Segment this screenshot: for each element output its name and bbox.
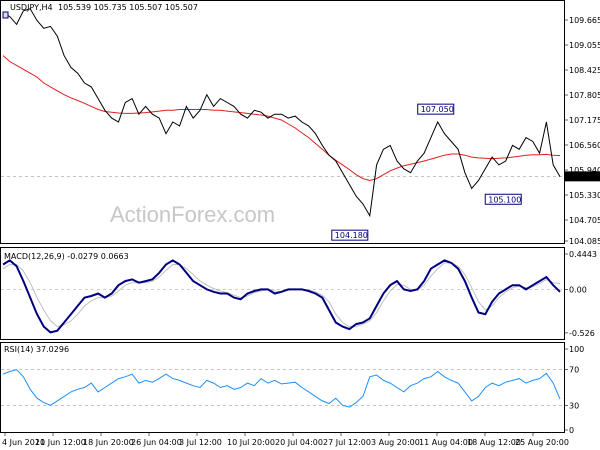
x-tick-label: 11 Aug 04:00 — [419, 438, 473, 447]
ohlc-header: 105.539 105.735 105.507 105.507 — [58, 3, 198, 12]
y-tick-label: 104.085 — [569, 237, 600, 246]
watermark: ActionForex.com — [110, 202, 275, 227]
y-tick-label: 107.805 — [569, 91, 600, 100]
y-tick-label: 0.4443 — [569, 250, 597, 259]
x-tick-label: 3 Aug 20:00 — [371, 438, 420, 447]
y-tick-label: 109.055 — [569, 41, 600, 50]
x-tick-label: 25 Aug 20:00 — [515, 438, 569, 447]
macd-label: MACD(12,26,9) -0.0279 0.0663 — [4, 252, 129, 261]
price-annotation-label: 105.100 — [488, 195, 521, 204]
price-panel: 107.050 105.100 104.180 ActionForex.com US… — [0, 0, 565, 244]
y-tick-label: 70 — [569, 366, 579, 375]
price-annotation-label: 107.050 — [421, 105, 454, 114]
x-tick-label: 26 Jun 04:00 — [131, 438, 182, 447]
y-tick-label: 109.665 — [569, 16, 600, 25]
chart-area: 107.050 105.100 104.180 ActionForex.com US… — [0, 0, 600, 447]
y-tick-label: 107.175 — [569, 116, 600, 125]
x-tick-label: 18 Jun 20:00 — [83, 438, 134, 447]
x-tick-label: 20 Jul 04:00 — [275, 438, 323, 447]
x-tick-label: 18 Aug 12:00 — [467, 438, 521, 447]
y-tick-label: -0.526 — [569, 329, 595, 338]
symbol-header: USDJPY,H4 — [10, 3, 53, 12]
y-tick-label: 106.560 — [569, 141, 600, 150]
y-tick-label: 108.425 — [569, 66, 600, 75]
macd-panel: MACD(12,26,9) -0.0279 0.0663 — [0, 247, 565, 340]
y-tick-label: 0.00 — [569, 285, 587, 294]
last-price-label: 105.507 — [567, 172, 600, 181]
y-tick-label: 0 — [569, 426, 574, 435]
x-tick-label: 11 Jun 12:00 — [35, 438, 86, 447]
price-annotation-label: 104.180 — [335, 231, 368, 240]
y-tick-label: 30 — [569, 401, 579, 410]
x-tick-label: 3 Jul 12:00 — [179, 438, 222, 447]
rsi-label: RSI(14) 37.0296 — [4, 345, 69, 354]
y-tick-label: 105.330 — [569, 191, 600, 200]
x-tick-label: 27 Jul 12:00 — [323, 438, 371, 447]
y-tick-label: 104.705 — [569, 216, 600, 225]
rsi-panel: RSI(14) 37.0296 — [0, 342, 565, 433]
x-tick-label: 10 Jul 20:00 — [227, 438, 275, 447]
y-tick-label: 100 — [569, 345, 584, 354]
